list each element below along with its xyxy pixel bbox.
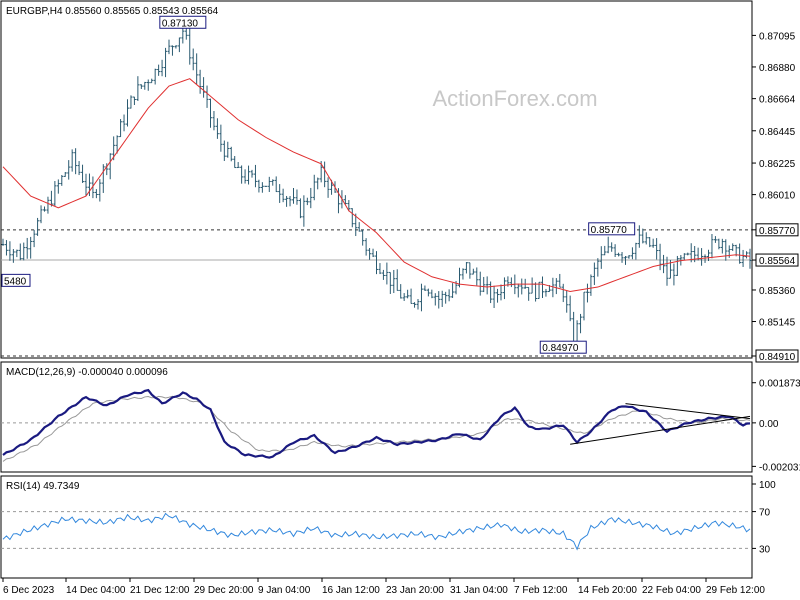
x-tick-label: 31 Jan 04:00 [450,585,508,596]
rsi-panel-frame [0,475,753,579]
x-tick-label: 29 Dec 20:00 [194,585,254,596]
y-tick-label: 0.87095 [759,31,796,42]
price-annotation: 0.84970 [539,340,587,354]
annotation-label: 5480 [4,276,27,287]
x-tick-label: 7 Feb 12:00 [514,585,568,596]
x-tick-label: 14 Feb 20:00 [578,585,637,596]
x-tick-label: 16 Jan 12:00 [322,585,380,596]
price-panel-header: EURGBP,H4 0.85560 0.85565 0.85543 0.8556… [6,6,219,17]
y-tick-label: 0.86664 [759,95,796,106]
y-tick-label: 30 [759,544,771,555]
y-tick-label: 0.86225 [759,159,796,170]
y-tick-label: 0.85770 [759,226,796,237]
y-tick-label: 0.00 [759,419,779,430]
watermark: ActionForex.com [432,86,597,111]
annotation-label: 0.84970 [542,343,579,354]
price-annotation: 0.87130 [159,15,207,29]
x-tick-label: 23 Jan 20:00 [386,585,444,596]
y-tick-label: 70 [759,508,771,519]
y-tick-label: 0.86010 [759,191,796,202]
x-tick-label: 22 Feb 04:00 [642,585,701,596]
price-annotation: 5480 [1,273,31,287]
x-tick-label: 29 Feb 12:00 [706,585,765,596]
x-tick-label: 21 Dec 12:00 [130,585,190,596]
annotation-label: 0.85770 [591,225,628,236]
y-tick-label: 0.85360 [759,286,796,297]
price-annotation: 0.85770 [588,222,636,236]
macd-panel-frame [0,361,753,473]
chart-canvas: EURGBP,H4 0.85560 0.85565 0.85543 0.8556… [0,0,800,596]
y-tick-label: 0.001873 [759,379,800,390]
x-tick-label: 6 Dec 2023 [3,585,55,596]
y-tick-label: -0.002031 [759,462,800,473]
x-tick-label: 14 Dec 04:00 [66,585,126,596]
x-tick-label: 9 Jan 04:00 [258,585,311,596]
macd-panel-title: MACD(12,26,9) -0.000040 0.000096 [6,367,168,378]
y-tick-label: 100 [759,480,776,491]
y-tick-label: 0.86880 [759,63,796,74]
y-tick-label: 0.84910 [759,352,796,363]
y-tick-label: 0.86445 [759,127,796,138]
y-tick-label: 0.85145 [759,318,796,329]
annotation-label: 0.87130 [162,18,199,29]
y-tick-label: 0.85564 [759,256,796,267]
price-panel-frame [0,0,753,359]
rsi-panel-title: RSI(14) 49.7349 [6,481,80,492]
